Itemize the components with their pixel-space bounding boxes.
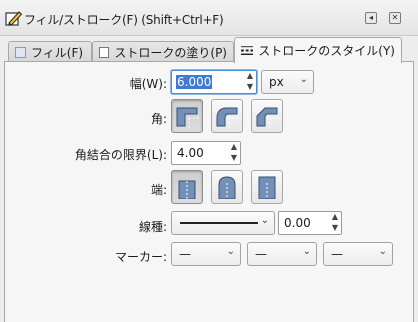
dash-offset-spinbox[interactable]: 0.00 ▲ ▼	[278, 211, 342, 235]
dashes-label: 線種:	[138, 220, 167, 234]
tab-stroke-style[interactable]: ストロークのスタイル(Y)	[234, 37, 402, 63]
chevron-down-icon: ⌄	[226, 246, 235, 257]
miter-limit-stepper[interactable]: ▲ ▼	[228, 141, 240, 165]
window-title: フィル/ストローク(F) (Shift+Ctrl+F)	[24, 13, 224, 27]
solid-line-sample	[180, 222, 258, 224]
tab-stroke-paint[interactable]: ストロークの塗り(P)	[92, 41, 234, 62]
butt-cap-icon	[178, 180, 196, 199]
end-marker-dropdown[interactable]: — ⌄	[323, 242, 393, 266]
tab-fill[interactable]: フィル(F)	[8, 41, 92, 62]
round-join-icon	[216, 107, 239, 128]
miter-join-icon	[176, 107, 199, 128]
chevron-down-icon: ⌄	[378, 246, 387, 257]
round-join-button[interactable]	[211, 99, 243, 133]
dash-offset-value: 0.00	[284, 216, 311, 230]
pen-fill-stroke-icon	[5, 11, 23, 26]
bevel-join-button[interactable]	[251, 99, 283, 133]
collapse-button[interactable]: ◂	[365, 12, 377, 24]
chevron-down-icon: ⌄	[260, 215, 269, 226]
unit-value: px	[269, 75, 284, 89]
round-cap-icon	[218, 176, 236, 199]
dash-pattern-dropdown[interactable]: ⌄	[171, 211, 275, 235]
width-spinbox[interactable]: 6.000 ▲ ▼	[171, 70, 257, 94]
start-marker-dropdown[interactable]: — ⌄	[171, 242, 241, 266]
window-titlebar: フィル/ストローク(F) (Shift+Ctrl+F) ◂ ✕	[0, 0, 418, 36]
join-label: 角:	[150, 112, 167, 126]
fill-swatch-icon	[15, 46, 26, 58]
square-cap-button[interactable]	[251, 170, 283, 204]
miter-limit-value: 4.00	[177, 146, 204, 160]
dash-offset-stepper[interactable]: ▲ ▼	[329, 211, 341, 235]
miter-limit-spinbox[interactable]: 4.00 ▲ ▼	[171, 141, 241, 165]
tab-bar: フィル(F) ストロークの塗り(P) ストロークのスタイル(Y)	[0, 36, 418, 63]
mid-marker-dropdown[interactable]: — ⌄	[247, 242, 317, 266]
end-marker-value: —	[331, 247, 343, 261]
square-cap-icon	[258, 176, 276, 199]
width-label: 幅(W):	[129, 77, 167, 91]
miter-join-button[interactable]	[171, 99, 203, 133]
chevron-down-icon: ⌄	[302, 246, 311, 257]
bevel-join-icon	[256, 107, 279, 128]
tab-fill-label: フィル(F)	[31, 45, 84, 60]
tab-stroke-paint-label: ストロークの塗り(P)	[114, 45, 227, 60]
chevron-down-icon: ⌄	[299, 74, 308, 85]
stroke-style-icon	[241, 46, 254, 55]
start-marker-value: —	[179, 247, 191, 261]
mid-marker-value: —	[255, 247, 267, 261]
unit-dropdown[interactable]: px ⌄	[261, 70, 314, 94]
round-cap-button[interactable]	[211, 170, 243, 204]
close-button[interactable]: ✕	[389, 12, 401, 24]
miter-limit-label: 角結合の限界(L):	[74, 148, 167, 162]
cap-label: 端:	[150, 183, 167, 197]
markers-label: マーカー:	[114, 250, 167, 264]
butt-cap-button[interactable]	[171, 170, 203, 204]
stroke-style-panel: 幅(W): 6.000 ▲▼ px ⌄ 角: 角結合の限界(L): 4.00	[4, 61, 414, 322]
width-value: 6.000	[176, 75, 213, 89]
stroke-swatch-icon	[99, 46, 110, 58]
tab-stroke-style-label: ストロークのスタイル(Y)	[258, 44, 395, 58]
width-stepper[interactable]: ▲ ▼	[244, 70, 256, 94]
